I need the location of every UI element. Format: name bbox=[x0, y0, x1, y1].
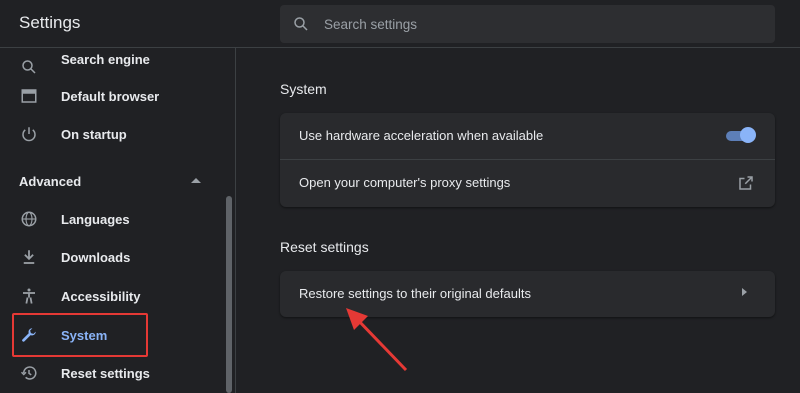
sidebar-item-accessibility[interactable]: Accessibility bbox=[0, 277, 222, 315]
sidebar-scrollbar-thumb[interactable] bbox=[226, 196, 232, 393]
system-card: Use hardware acceleration when available… bbox=[280, 113, 775, 207]
sidebar-item-system[interactable]: System bbox=[0, 316, 222, 354]
sidebar-item-label: System bbox=[61, 328, 108, 343]
sidebar-item-label: Downloads bbox=[61, 250, 131, 265]
advanced-label: Advanced bbox=[19, 174, 82, 189]
external-link-icon[interactable] bbox=[737, 174, 755, 192]
history-icon bbox=[20, 366, 37, 380]
search-icon bbox=[294, 17, 308, 31]
sidebar-item-label: Default browser bbox=[61, 89, 160, 104]
hardware-acceleration-row[interactable]: Use hardware acceleration when available bbox=[280, 113, 775, 160]
section-title-reset: Reset settings bbox=[280, 239, 369, 255]
sidebar-item-label: Languages bbox=[61, 212, 130, 227]
browser-icon bbox=[21, 89, 37, 103]
search-input[interactable] bbox=[324, 5, 754, 43]
sidebar-item-languages[interactable]: Languages bbox=[0, 200, 222, 238]
hardware-acceleration-toggle[interactable] bbox=[726, 127, 756, 145]
globe-icon bbox=[21, 211, 37, 227]
main-content: System Use hardware acceleration when av… bbox=[237, 49, 800, 393]
sidebar-item-label: Reset settings bbox=[61, 366, 150, 381]
page-title: Settings bbox=[19, 13, 81, 32]
toggle-knob bbox=[740, 127, 756, 143]
header-bar: Settings bbox=[0, 0, 800, 48]
wrench-icon bbox=[22, 328, 36, 342]
sidebar-item-label: Search engine bbox=[61, 52, 150, 67]
sidebar-item-default-browser[interactable]: Default browser bbox=[0, 77, 222, 115]
advanced-section-toggle[interactable]: Advanced bbox=[0, 164, 222, 198]
restore-defaults-row[interactable]: Restore settings to their original defau… bbox=[280, 271, 775, 317]
sidebar-item-downloads[interactable]: Downloads bbox=[0, 238, 222, 276]
sidebar: Search engine Default browser On startup… bbox=[0, 48, 236, 393]
accessibility-icon bbox=[23, 288, 35, 304]
sidebar-item-label: Accessibility bbox=[61, 289, 141, 304]
proxy-settings-label: Open your computer's proxy settings bbox=[299, 175, 511, 190]
section-title-system: System bbox=[280, 81, 327, 97]
sidebar-item-on-startup[interactable]: On startup bbox=[0, 115, 222, 153]
reset-card: Restore settings to their original defau… bbox=[280, 271, 775, 317]
restore-defaults-label: Restore settings to their original defau… bbox=[299, 286, 531, 301]
search-box[interactable] bbox=[280, 5, 775, 43]
chevron-right-icon bbox=[742, 288, 747, 296]
sidebar-item-label: On startup bbox=[61, 127, 127, 142]
sidebar-item-reset-settings[interactable]: Reset settings bbox=[0, 354, 222, 392]
search-icon bbox=[22, 60, 36, 74]
power-icon bbox=[22, 127, 36, 142]
hardware-acceleration-label: Use hardware acceleration when available bbox=[299, 128, 544, 143]
proxy-settings-row[interactable]: Open your computer's proxy settings bbox=[280, 160, 775, 206]
caret-up-icon bbox=[191, 178, 201, 183]
download-icon bbox=[23, 250, 35, 264]
